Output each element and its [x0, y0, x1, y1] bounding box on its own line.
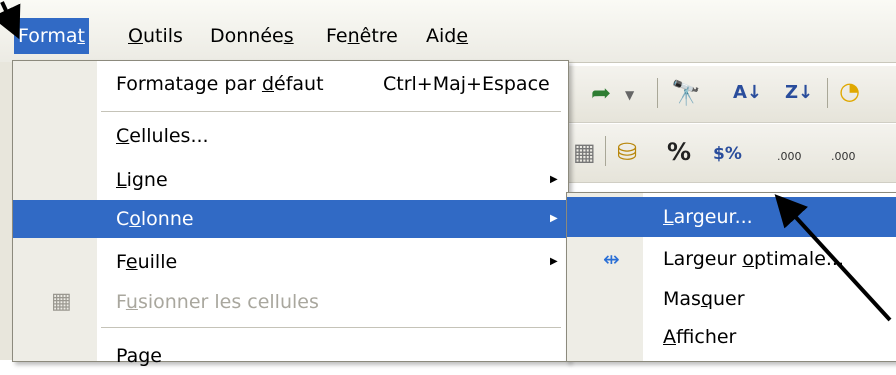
navigator-icon[interactable]: 🔭 — [671, 78, 701, 108]
menu-item-label: Page — [116, 345, 162, 367]
menu-outils[interactable]: Outils — [124, 18, 187, 54]
submenu-item-afficher[interactable]: Afficher — [567, 317, 896, 357]
menu-item-page[interactable]: Page — [13, 337, 568, 375]
menu-item-label: Largeur... — [663, 206, 753, 228]
submenu-item-largeur-optimale[interactable]: ⇹ Largeur optimale... — [567, 239, 896, 279]
sort-descending-icon[interactable]: Z↓ — [785, 78, 813, 108]
menu-item-cellules[interactable]: Cellules... — [13, 117, 568, 155]
menu-aide[interactable]: Aide — [422, 18, 472, 54]
menu-item-feuille[interactable]: Feuille ▶ — [13, 243, 568, 281]
menu-separator — [101, 327, 561, 328]
menu-donnees[interactable]: Données — [206, 18, 298, 54]
submenu-item-largeur[interactable]: Largeur... — [567, 197, 896, 237]
merge-cells-icon: ▦ — [51, 289, 72, 314]
menu-item-label: Ligne — [116, 169, 168, 191]
menu-item-label: Afficher — [663, 326, 737, 348]
menu-item-label: Fusionner les cellules — [116, 291, 319, 313]
menu-item-label: Masquer — [663, 288, 745, 310]
menu-item-label: Feuille — [116, 251, 178, 273]
submenu-arrow-icon: ▶ — [550, 256, 558, 267]
submenu-arrow-icon: ▶ — [550, 213, 558, 224]
currency-format-icon[interactable]: ⛁ — [617, 137, 637, 167]
menu-format[interactable]: Format — [14, 18, 89, 54]
menu-item-formatage-par-defaut[interactable]: Formatage par défaut Ctrl+Maj+Espace — [13, 65, 568, 103]
chart-icon[interactable]: ◔ — [839, 76, 860, 106]
submenu-item-masquer[interactable]: Masquer — [567, 279, 896, 319]
toolbar-separator — [827, 78, 828, 108]
menu-item-fusionner-les-cellules: ▦ Fusionner les cellules — [13, 283, 568, 321]
sort-ascending-icon[interactable]: A↓ — [733, 78, 762, 108]
menu-item-label: Colonne — [116, 208, 194, 230]
number-format-icon[interactable]: $% — [713, 139, 742, 169]
menu-fenetre[interactable]: Fenêtre — [322, 18, 402, 54]
redo-dropdown-icon[interactable]: ▼ — [625, 80, 634, 110]
toolbar-separator — [605, 136, 606, 166]
percent-format-icon[interactable]: % — [667, 137, 691, 167]
menu-item-label: Cellules... — [116, 125, 209, 147]
menu-item-colonne[interactable]: Colonne ▶ — [13, 200, 568, 238]
add-decimal-icon[interactable]: .000 — [777, 142, 802, 172]
toolbar-separator — [657, 78, 658, 108]
menu-item-shortcut: Ctrl+Maj+Espace — [383, 73, 550, 95]
optimal-width-icon: ⇹ — [603, 247, 620, 271]
submenu-arrow-icon: ▶ — [550, 174, 558, 185]
colonne-submenu: Largeur... ⇹ Largeur optimale... Masquer… — [566, 192, 896, 362]
formatting-toolbar: ▦ ⛁ % $% .000 .000 — [555, 124, 896, 183]
menu-bar: Format Outils Données Fenêtre Aide — [0, 0, 896, 63]
redo-icon[interactable]: ➦ — [591, 78, 611, 108]
menu-item-label: Formatage par défaut — [116, 73, 324, 95]
merge-cells-icon[interactable]: ▦ — [573, 137, 596, 167]
delete-decimal-icon[interactable]: .000 — [831, 142, 856, 172]
format-menu: Formatage par défaut Ctrl+Maj+Espace Cel… — [12, 60, 569, 367]
standard-toolbar: ➦ ▼ 🔭 A↓ Z↓ ◔ — [555, 66, 896, 123]
menu-item-label: Largeur optimale... — [663, 248, 845, 270]
menu-separator — [101, 111, 561, 112]
menu-item-ligne[interactable]: Ligne ▶ — [13, 161, 568, 199]
